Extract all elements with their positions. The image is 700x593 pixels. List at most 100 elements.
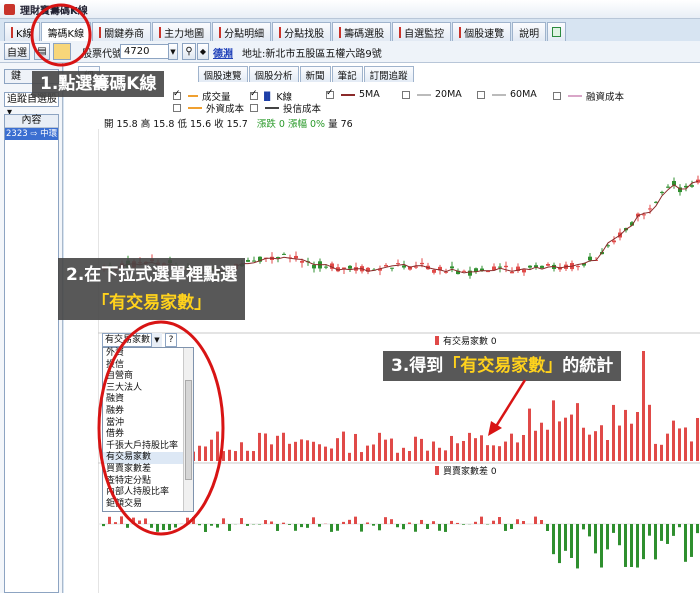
tab-stock-overview[interactable]: 個股速覽 xyxy=(452,22,512,41)
tab-help[interactable]: 說明 xyxy=(512,22,547,41)
trading-households-bar xyxy=(504,441,507,461)
trading-households-bar xyxy=(426,450,429,461)
buy-sell-diff-bar xyxy=(288,524,291,525)
dropdown-option-institutional[interactable]: 三大法人 xyxy=(103,383,193,395)
step2-callout: 2.在下拉式選單裡點選 「有交易家數」 xyxy=(58,258,246,320)
dropdown-option-foreign[interactable]: 外資 xyxy=(103,348,193,360)
search-icon[interactable]: ⚲ xyxy=(182,43,196,60)
trading-households-bar xyxy=(474,438,477,461)
trading-households-bar xyxy=(522,434,525,461)
trading-households-bar xyxy=(510,433,513,461)
step2-line2: 「有交易家數」 xyxy=(92,293,212,313)
buy-sell-diff-bar xyxy=(618,524,621,546)
candle-body xyxy=(576,266,580,268)
self-select-button[interactable]: 自選 xyxy=(4,43,30,60)
candle-body xyxy=(402,265,406,268)
buy-sell-diff-bar xyxy=(654,524,657,560)
buy-sell-diff-bar xyxy=(462,524,465,525)
dropdown-option-block-trade[interactable]: 鉅額交易 xyxy=(103,499,193,511)
candle-body xyxy=(588,256,592,261)
buy-sell-diff-bar xyxy=(480,516,483,524)
add-tab-icon[interactable] xyxy=(547,22,567,41)
trading-households-bar xyxy=(372,444,375,461)
tab-chip-kline[interactable]: 籌碼K線 xyxy=(40,22,92,41)
dropdown-scroll-thumb[interactable] xyxy=(185,380,192,480)
candle-body xyxy=(252,260,256,262)
subtab-stock-overview[interactable]: 個股速覽 xyxy=(197,66,248,82)
buy-sell-diff-bar xyxy=(648,524,651,536)
folder-icon[interactable] xyxy=(53,43,71,60)
buy-sell-diff-bar xyxy=(582,524,585,530)
stock-name[interactable]: 德淵 xyxy=(213,45,233,60)
dropdown-option-short[interactable]: 融券 xyxy=(103,406,193,418)
dropdown-option-trading-households[interactable]: 有交易家數 xyxy=(103,452,193,464)
legend-foreign-cost[interactable]: 外資成本 xyxy=(173,101,244,115)
dropdown-option-lending[interactable]: 借券 xyxy=(103,429,193,441)
candle-body xyxy=(414,266,418,268)
candle-body xyxy=(540,265,544,268)
help-button[interactable]: ? xyxy=(165,333,177,347)
buy-sell-diff-bar xyxy=(558,524,561,564)
dropdown-option-margin[interactable]: 融資 xyxy=(103,394,193,406)
step3-callout: 3.得到「有交易家數」的統計 xyxy=(383,351,622,381)
legend-ma20[interactable]: 20MA xyxy=(402,89,462,100)
trading-households-bar xyxy=(246,450,249,461)
trading-households-bar xyxy=(498,446,501,461)
trading-households-bar xyxy=(204,446,207,461)
trading-households-bar xyxy=(414,436,417,461)
buy-sell-diff-bar xyxy=(306,524,309,528)
trading-households-bar xyxy=(324,446,327,461)
legend-ma60[interactable]: 60MA xyxy=(477,89,537,100)
trading-households-bar xyxy=(588,434,591,461)
dropdown-option-insider[interactable]: 內部人持股比率 xyxy=(103,487,193,499)
candle-body xyxy=(660,191,664,193)
trading-households-bar xyxy=(342,431,345,461)
buy-sell-diff-bar xyxy=(114,522,117,524)
trading-households-bar xyxy=(228,449,231,461)
trading-households-bar xyxy=(282,432,285,461)
subtab-notes[interactable]: 筆記 xyxy=(331,66,363,82)
trading-households-bar xyxy=(264,433,267,461)
buy-sell-diff-bar xyxy=(570,524,573,558)
tab-chip-screener[interactable]: 籌碼選股 xyxy=(332,22,392,41)
buy-sell-diff-bar xyxy=(546,524,549,531)
dropdown-option-big-holders[interactable]: 千張大戶持股比率 xyxy=(103,441,193,453)
subtab-subscribe[interactable]: 訂閱追蹤 xyxy=(363,66,414,82)
candle-body xyxy=(246,260,250,262)
trading-households-bar xyxy=(252,451,255,461)
subtab-news[interactable]: 新聞 xyxy=(299,66,331,82)
trading-households-bar xyxy=(240,442,243,461)
tab-kline[interactable]: K線 xyxy=(4,22,40,41)
dropdown-option-dealer[interactable]: 自營商 xyxy=(103,371,193,383)
dropdown-option-buy-sell-diff[interactable]: 買賣家數差 xyxy=(103,464,193,476)
subchart1-title-text: 有交易家數 0 xyxy=(443,335,497,347)
trading-households-bar xyxy=(408,450,411,461)
trading-households-bar xyxy=(378,432,381,461)
dropdown-option-daytrade[interactable]: 當沖 xyxy=(103,418,193,430)
legend-trust-cost[interactable]: 投信成本 xyxy=(250,101,321,115)
dropdown-scrollbar[interactable] xyxy=(183,348,193,511)
trading-households-bar xyxy=(216,431,219,461)
chevron-down-icon[interactable]: ▼ xyxy=(151,333,162,347)
list-icon[interactable]: ▤ xyxy=(34,43,50,60)
candle-body xyxy=(522,269,526,273)
tab-branch-detail[interactable]: 分點明細 xyxy=(212,22,272,41)
dropdown-option-trust[interactable]: 投信 xyxy=(103,360,193,372)
watchlist-item[interactable]: 2323 ⇨ 中環 xyxy=(5,128,58,140)
dropdown-option-specific-branch[interactable]: 查特定分點 xyxy=(103,476,193,488)
stock-code-dropdown-icon[interactable]: ▼ xyxy=(168,43,178,60)
tab-key-brokers[interactable]: 關鍵券商 xyxy=(92,22,152,41)
legend-margin-cost[interactable]: 融資成本 xyxy=(553,89,624,103)
trading-households-bar xyxy=(330,448,333,461)
buy-sell-diff-bar xyxy=(594,524,597,554)
legend-ma5[interactable]: 5MA xyxy=(326,88,380,100)
buy-sell-diff-bar xyxy=(174,524,177,528)
main-tabs: K線 籌碼K線 關鍵券商 主力地圖 分點明細 分點找股 籌碼選股 自選監控 個股… xyxy=(4,22,567,41)
subchart1-title: 有交易家數 0 xyxy=(435,335,497,347)
tab-branch-stock-search[interactable]: 分點找股 xyxy=(272,22,332,41)
add-icon[interactable]: ◆ xyxy=(197,43,209,60)
chart-area: 細 個股速覽 個股分析 新聞 筆記 訂閱追蹤 成交量 ▐▌K線 5MA 20MA… xyxy=(64,63,700,593)
tab-watch-monitor[interactable]: 自選監控 xyxy=(392,22,452,41)
subtab-stock-analysis[interactable]: 個股分析 xyxy=(248,66,299,82)
tab-main-force-map[interactable]: 主力地圖 xyxy=(152,22,212,41)
